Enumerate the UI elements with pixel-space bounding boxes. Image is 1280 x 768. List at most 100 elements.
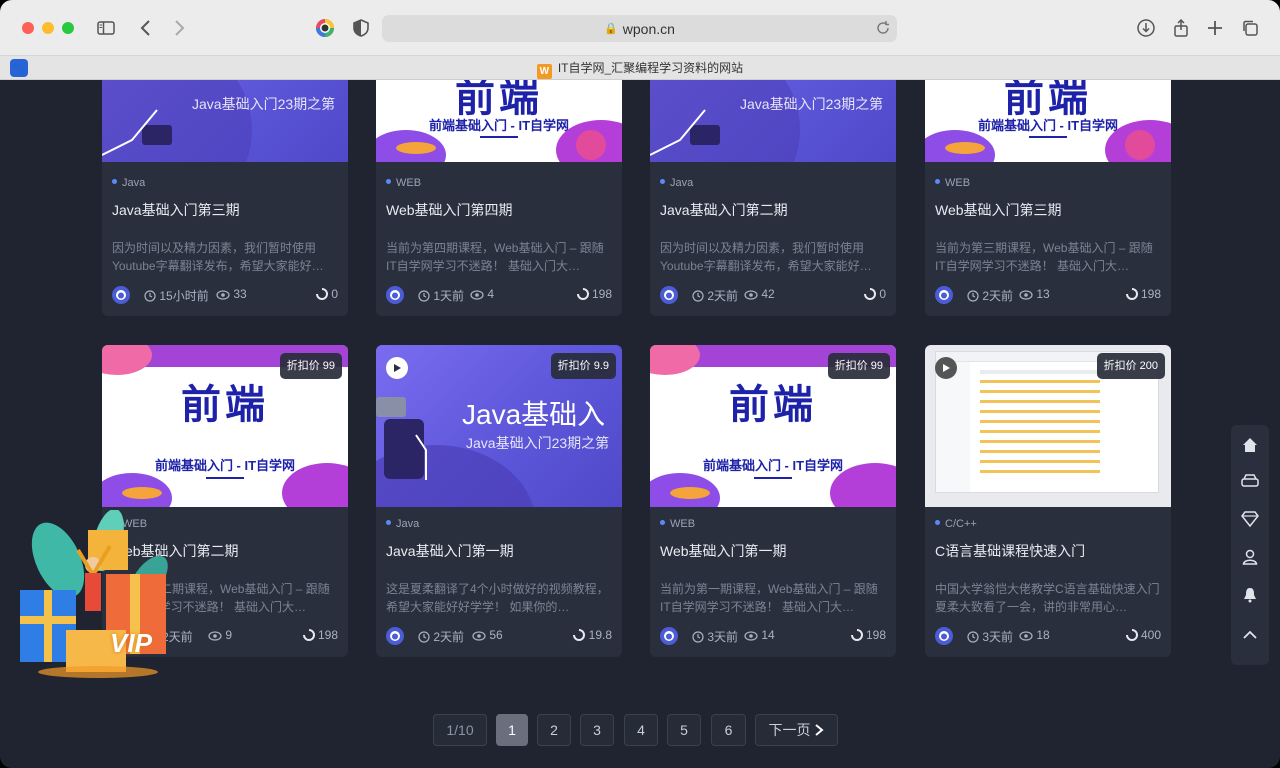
bell-icon[interactable]: [1240, 585, 1260, 605]
tab-title-text: IT自学网_汇聚编程学习资料的网站: [557, 61, 744, 75]
category-label[interactable]: Java: [386, 518, 419, 530]
course-title[interactable]: Java基础入门第二期: [660, 200, 788, 220]
play-icon[interactable]: [935, 357, 957, 379]
course-card[interactable]: Java基础入门23期之第 Java Java基础入门第二期 因为时间以及精力因…: [650, 80, 896, 316]
course-meta: 3天前 18 400: [935, 627, 1161, 645]
course-desc: 因为时间以及精力因素，我们暂时使用Youtube字幕翻译发布，希望大家能好…: [660, 241, 872, 273]
spinner-icon: [302, 629, 315, 641]
tab-bar: 🐾 W IT自学网_汇聚编程学习资料的网站: [0, 56, 1280, 80]
clock-icon: [967, 631, 979, 643]
extension-color-icon[interactable]: [313, 16, 337, 40]
course-title[interactable]: Web基础入门第三期: [935, 200, 1062, 220]
forward-icon[interactable]: [167, 16, 191, 40]
views-label: 18: [1019, 628, 1050, 642]
github-icon: [935, 627, 953, 645]
active-tab[interactable]: W IT自学网_汇聚编程学习资料的网站: [0, 59, 1280, 79]
course-card[interactable]: Java基础入门23期之第 Java Java基础入门第三期 因为时间以及精力因…: [102, 80, 348, 316]
course-thumbnail[interactable]: 前端 前端基础入门 - IT自学网 折扣价 99: [650, 345, 896, 507]
page-6-button[interactable]: 6: [711, 714, 746, 746]
course-card[interactable]: 前端 前端基础入门 - IT自学网 WEB Web基础入门第三期 当前为第三期课…: [925, 80, 1171, 316]
eye-icon: [1019, 290, 1033, 300]
vip-gift-icon[interactable]: VIP: [18, 508, 178, 680]
course-thumbnail[interactable]: Java基础入门23期之第: [650, 80, 896, 162]
close-window-button[interactable]: [22, 22, 34, 34]
minimize-window-button[interactable]: [42, 22, 54, 34]
thumb-title: 前端: [1004, 80, 1092, 121]
course-desc: 当前为第一期课程，Web基础入门 – 跟随IT自学网学习不迷路！ 基础入门大…: [660, 582, 878, 614]
category-label[interactable]: C/C++: [935, 518, 977, 530]
chevron-up-icon[interactable]: [1240, 625, 1260, 645]
course-title[interactable]: Web基础入门第四期: [386, 200, 513, 220]
eye-icon: [744, 631, 758, 641]
category-label[interactable]: Java: [112, 177, 145, 189]
views-label: 14: [744, 628, 775, 642]
category-label[interactable]: WEB: [386, 177, 421, 189]
price-badge: 折扣价 200: [1096, 353, 1165, 379]
browser-toolbar: 🔒 wpon.cn: [0, 0, 1280, 56]
page-4-button[interactable]: 4: [624, 714, 658, 746]
downloads-icon[interactable]: [1134, 16, 1158, 40]
floating-sidebar: [1231, 425, 1269, 665]
eye-icon: [216, 290, 230, 300]
github-icon: [935, 286, 953, 304]
diamond-icon[interactable]: [1240, 509, 1260, 529]
views-label: 13: [1019, 287, 1050, 301]
eye-icon: [470, 290, 484, 300]
eye-icon: [1019, 631, 1033, 641]
new-tab-icon[interactable]: [1203, 16, 1227, 40]
back-icon[interactable]: [134, 16, 158, 40]
course-title[interactable]: Java基础入门第一期: [386, 541, 514, 561]
next-page-button[interactable]: 下一页: [755, 714, 838, 746]
sidebar-toggle-icon[interactable]: [94, 16, 118, 40]
share-icon[interactable]: [1169, 16, 1193, 40]
thumb-subtitle: Java基础入门23期之第: [740, 96, 884, 112]
price-badge: 折扣价 99: [827, 353, 890, 379]
tab-overview-icon[interactable]: [1238, 16, 1262, 40]
course-thumbnail[interactable]: Java基础入门23期之第: [102, 80, 348, 162]
chevron-right-icon: [815, 724, 824, 736]
category-label[interactable]: Java: [660, 177, 693, 189]
course-card[interactable]: Java基础入 Java基础入门23期之第 折扣价 9.9 Java Java基…: [376, 345, 622, 657]
course-title[interactable]: Web基础入门第一期: [660, 541, 787, 561]
reload-icon[interactable]: [875, 20, 891, 36]
page-2-button[interactable]: 2: [537, 714, 571, 746]
github-icon: [386, 286, 404, 304]
course-title[interactable]: Java基础入门第三期: [112, 200, 240, 220]
next-page-label: 下一页: [768, 722, 811, 738]
course-desc: 因为时间以及精力因素，我们暂时使用Youtube字幕翻译发布，希望大家能好…: [112, 241, 324, 273]
play-icon[interactable]: [386, 357, 408, 379]
spinner-icon: [863, 288, 876, 300]
category-label[interactable]: WEB: [660, 518, 695, 530]
score-label: 400: [1125, 628, 1161, 642]
user-icon[interactable]: [1240, 547, 1260, 567]
course-desc: 当前为第三期课程，Web基础入门 – 跟随IT自学网学习不迷路！ 基础入门大…: [935, 241, 1153, 273]
score-label: 198: [302, 628, 338, 642]
course-thumbnail[interactable]: 前端 前端基础入门 - IT自学网: [925, 80, 1171, 162]
vip-label: VIP: [110, 628, 152, 658]
home-icon[interactable]: [1240, 435, 1260, 455]
spinner-icon: [1125, 629, 1138, 641]
car-icon[interactable]: [1240, 471, 1260, 491]
course-thumbnail[interactable]: Java基础入 Java基础入门23期之第 折扣价 9.9: [376, 345, 622, 507]
thumb-subtitle: Java基础入门23期之第: [192, 96, 336, 112]
course-thumbnail[interactable]: 前端 前端基础入门 - IT自学网 折扣价 99: [102, 345, 348, 507]
views-label: 9: [208, 628, 232, 642]
course-card[interactable]: 前端 前端基础入门 - IT自学网 折扣价 99 WEB Web基础入门第一期 …: [650, 345, 896, 657]
page-content: Java基础入门23期之第 Java Java基础入门第三期 因为时间以及精力因…: [0, 80, 1280, 768]
course-card[interactable]: 折扣价 200 C/C++ C语言基础课程快速入门 中国大学翁恺大佬教学C语言基…: [925, 345, 1171, 657]
category-label[interactable]: WEB: [935, 177, 970, 189]
course-card[interactable]: 前端 前端基础入门 - IT自学网 WEB Web基础入门第四期 当前为第四期课…: [376, 80, 622, 316]
page-5-button[interactable]: 5: [667, 714, 701, 746]
thumb-title: 前端: [729, 382, 817, 428]
page-3-button[interactable]: 3: [580, 714, 614, 746]
privacy-shield-icon[interactable]: [349, 16, 373, 40]
zoom-window-button[interactable]: [62, 22, 74, 34]
url-text: wpon.cn: [622, 20, 675, 37]
course-thumbnail[interactable]: 折扣价 200: [925, 345, 1171, 507]
address-bar[interactable]: 🔒 wpon.cn: [382, 15, 897, 42]
course-thumbnail[interactable]: 前端 前端基础入门 - IT自学网: [376, 80, 622, 162]
views-label: 56: [472, 628, 503, 642]
course-meta: 3天前 14 198: [660, 627, 886, 645]
course-title[interactable]: C语言基础课程快速入门: [935, 541, 1085, 561]
page-1-button[interactable]: 1: [496, 714, 528, 746]
